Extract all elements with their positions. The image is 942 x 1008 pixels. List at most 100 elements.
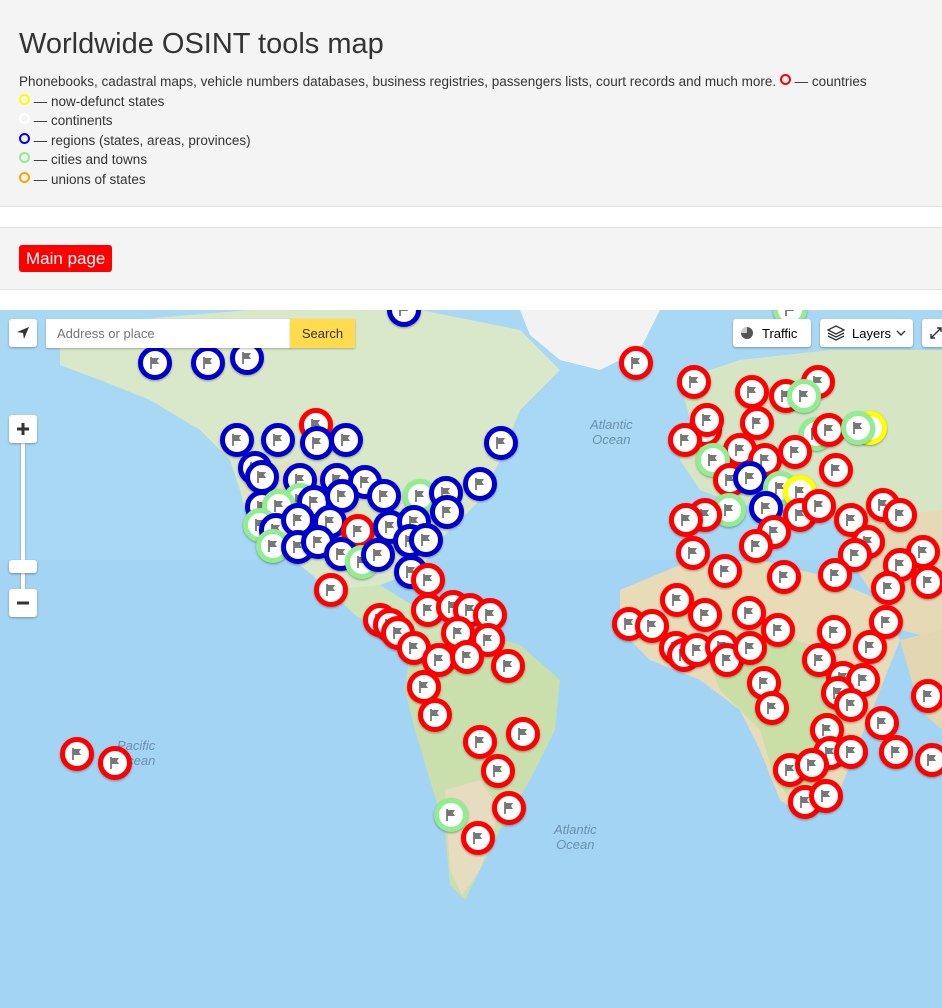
- map-marker[interactable]: [802, 489, 836, 523]
- map-marker[interactable]: [430, 495, 464, 529]
- map-marker[interactable]: [767, 560, 801, 594]
- map-marker[interactable]: [879, 735, 913, 769]
- map-marker[interactable]: [676, 536, 710, 570]
- map-marker[interactable]: [619, 346, 653, 380]
- flag-icon: [150, 357, 159, 369]
- flag-icon: [923, 690, 932, 702]
- map-marker[interactable]: [688, 598, 722, 632]
- map-marker[interactable]: [911, 679, 942, 713]
- map-marker[interactable]: [915, 743, 942, 777]
- flag-icon: [761, 502, 770, 514]
- flag-icon: [722, 654, 731, 666]
- map-marker[interactable]: [735, 375, 769, 409]
- flag-icon: [503, 660, 512, 672]
- flag-icon: [747, 386, 756, 398]
- flag-icon: [442, 506, 451, 518]
- ocean-label-atlantic-south: Atlantic Ocean: [554, 822, 597, 852]
- flag-icon: [751, 540, 760, 552]
- fullscreen-icon: [930, 327, 942, 339]
- map-marker[interactable]: [871, 571, 905, 605]
- map[interactable]: Atlantic Ocean Pacific Ocean Atlantic Oc…: [0, 310, 942, 1008]
- map-marker[interactable]: [733, 461, 767, 495]
- map-marker[interactable]: [834, 688, 868, 722]
- layers-button[interactable]: Layers: [820, 319, 913, 347]
- map-marker[interactable]: [506, 717, 540, 751]
- fullscreen-button[interactable]: [922, 319, 942, 347]
- search-input[interactable]: [46, 319, 291, 348]
- map-marker[interactable]: [841, 411, 875, 445]
- map-marker[interactable]: [787, 379, 821, 413]
- flag-icon: [242, 352, 251, 364]
- map-marker[interactable]: [191, 346, 225, 380]
- map-marker[interactable]: [708, 554, 742, 588]
- flag-icon: [821, 790, 830, 802]
- map-marker[interactable]: [450, 640, 484, 674]
- map-marker[interactable]: [484, 426, 518, 460]
- map-marker[interactable]: [461, 821, 495, 855]
- flag-icon: [680, 434, 689, 446]
- flag-icon: [883, 582, 892, 594]
- main-page-button[interactable]: Main page: [19, 245, 113, 272]
- flag-icon: [814, 654, 823, 666]
- map-marker[interactable]: [261, 423, 295, 457]
- geolocation-button[interactable]: [9, 319, 37, 347]
- map-marker[interactable]: [809, 779, 843, 813]
- map-marker[interactable]: [434, 798, 468, 832]
- flag-icon: [927, 754, 936, 766]
- legend-item-unions: — unions of states: [19, 170, 934, 190]
- map-marker[interactable]: [329, 423, 363, 457]
- flag-icon: [353, 525, 362, 537]
- map-marker[interactable]: [491, 649, 525, 683]
- flag-icon: [409, 642, 418, 654]
- map-marker[interactable]: [853, 630, 887, 664]
- search-button[interactable]: Search: [290, 319, 355, 348]
- map-marker[interactable]: [677, 365, 711, 399]
- flag-icon: [504, 802, 513, 814]
- flag-icon: [865, 641, 874, 653]
- flag-icon: [790, 446, 799, 458]
- map-marker[interactable]: [98, 746, 132, 780]
- legend-continents-icon: [19, 113, 30, 125]
- flag-icon: [421, 534, 430, 546]
- map-marker[interactable]: [669, 503, 703, 537]
- flag-icon: [744, 607, 753, 619]
- flag-icon: [337, 490, 346, 502]
- map-marker[interactable]: [138, 346, 172, 380]
- flag-icon: [822, 724, 831, 736]
- map-marker[interactable]: [409, 523, 443, 557]
- flag-icon: [785, 310, 794, 316]
- map-marker[interactable]: [739, 529, 773, 563]
- map-marker[interactable]: [60, 737, 94, 771]
- map-marker[interactable]: [819, 453, 853, 487]
- map-marker[interactable]: [361, 538, 395, 572]
- traffic-button[interactable]: Traffic: [733, 319, 811, 347]
- map-marker[interactable]: [911, 565, 942, 599]
- map-marker[interactable]: [690, 403, 724, 437]
- map-marker[interactable]: [778, 435, 812, 469]
- map-marker[interactable]: [463, 467, 497, 501]
- ocean-label-line1: Atlantic: [590, 417, 633, 432]
- map-marker[interactable]: [314, 573, 348, 607]
- map-marker[interactable]: [755, 691, 789, 725]
- map-marker[interactable]: [367, 479, 401, 513]
- map-marker[interactable]: [481, 754, 515, 788]
- map-marker[interactable]: [795, 748, 829, 782]
- map-marker[interactable]: [818, 558, 852, 592]
- map-marker[interactable]: [883, 498, 917, 532]
- flag-icon: [692, 644, 701, 656]
- map-marker[interactable]: [834, 735, 868, 769]
- flag-icon: [858, 674, 867, 686]
- flag-icon: [446, 809, 455, 821]
- zoom-out-button[interactable]: [9, 589, 37, 617]
- ocean-label-line2: Ocean: [592, 432, 631, 447]
- flag-icon: [453, 627, 462, 639]
- flag-icon: [895, 509, 904, 521]
- map-marker[interactable]: [418, 698, 452, 732]
- zoom-in-button[interactable]: [9, 415, 37, 443]
- flag-icon: [341, 434, 350, 446]
- map-marker[interactable]: [411, 563, 445, 597]
- map-marker[interactable]: [733, 631, 767, 665]
- page-title: Worldwide OSINT tools map: [19, 28, 384, 60]
- map-marker[interactable]: [492, 791, 526, 825]
- zoom-slider-handle[interactable]: [9, 560, 37, 573]
